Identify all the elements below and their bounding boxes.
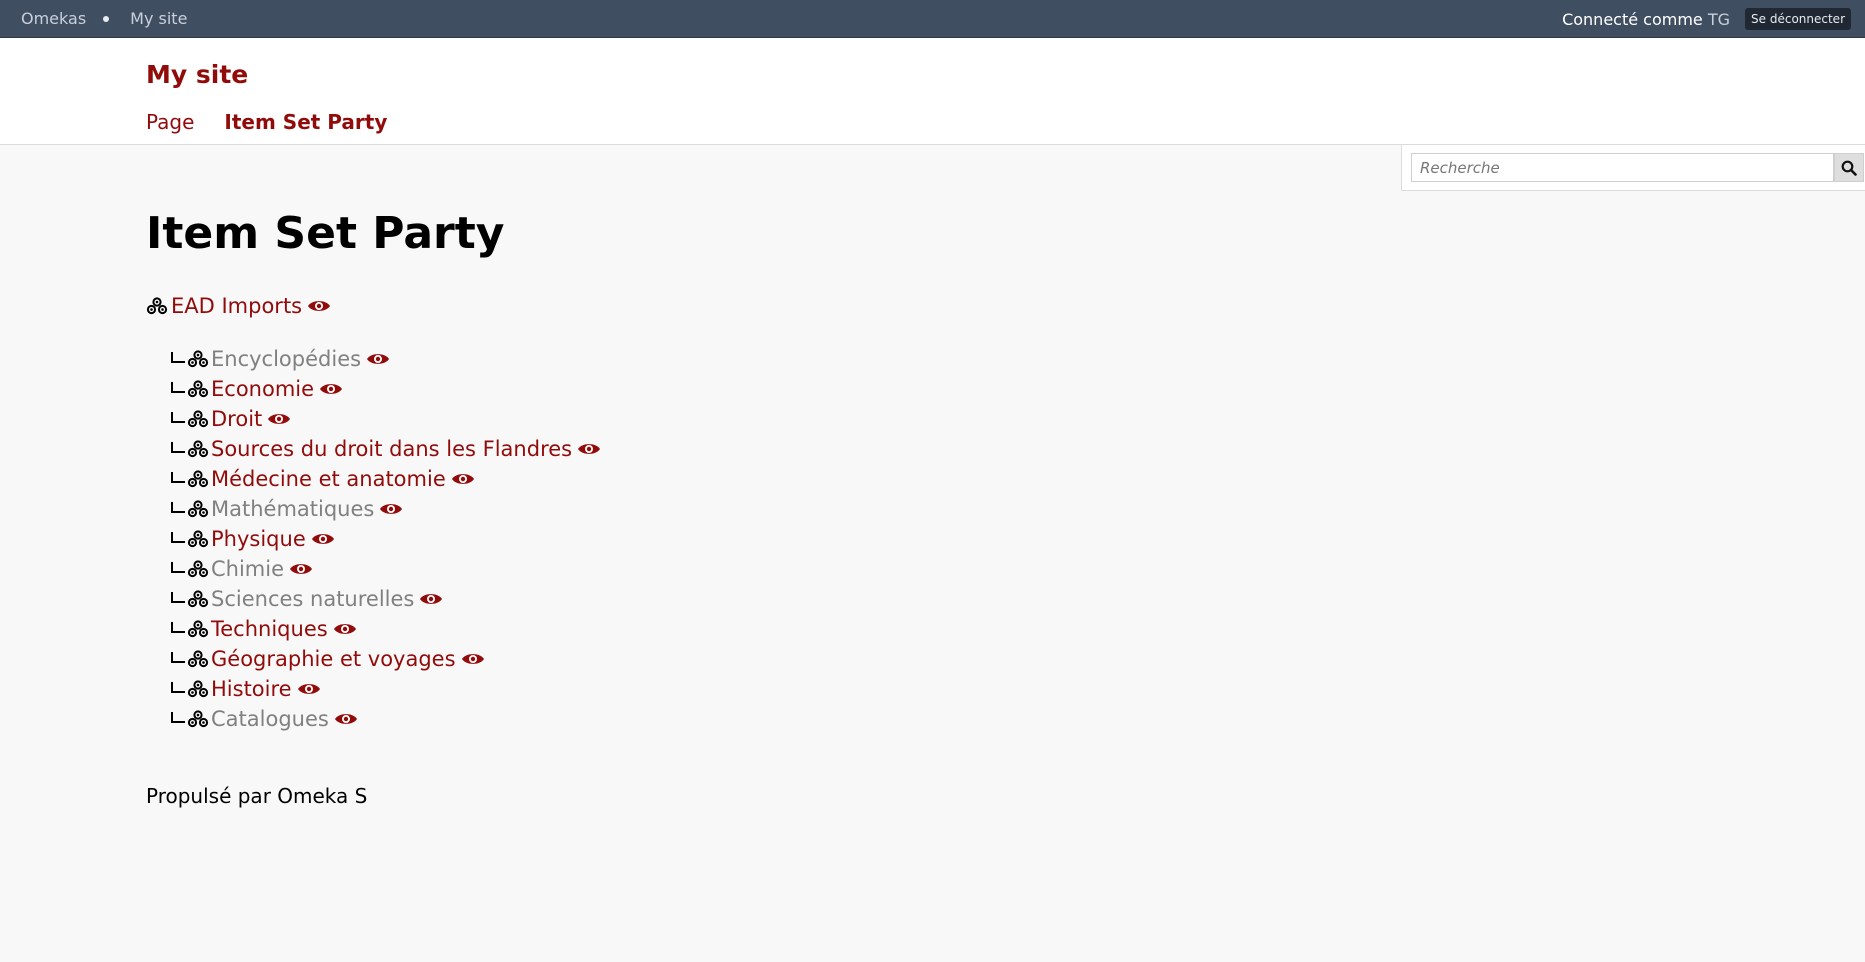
eye-icon[interactable] [297, 681, 321, 697]
item-set-link-root[interactable]: EAD Imports [171, 294, 302, 318]
tree-branch-connector [171, 471, 185, 483]
eye-icon[interactable] [577, 441, 601, 457]
item-set-icon [187, 560, 209, 578]
tree-branch-connector [171, 381, 185, 393]
logout-button[interactable]: Se déconnecter [1745, 8, 1851, 30]
tree-branch-connector [171, 621, 185, 633]
item-set-link[interactable]: Catalogues [211, 707, 329, 731]
tree-item: Chimie [171, 554, 601, 584]
eye-icon[interactable] [419, 591, 443, 607]
eye-icon[interactable] [267, 411, 291, 427]
item-set-link[interactable]: Encyclopédies [211, 347, 361, 371]
item-set-icon [187, 710, 209, 728]
tree-children: Encyclopédies Economie Droit Sources du dro… [171, 344, 601, 734]
eye-icon[interactable] [461, 651, 485, 667]
item-set-link[interactable]: Sources du droit dans les Flandres [211, 437, 572, 461]
tree-branch-connector [171, 501, 185, 513]
tree-branch-connector [171, 441, 185, 453]
user-link[interactable]: TG [1708, 10, 1730, 29]
item-set-icon [187, 380, 209, 398]
item-set-link[interactable]: Physique [211, 527, 306, 551]
tree-item: Sources du droit dans les Flandres [171, 434, 601, 464]
eye-icon[interactable] [366, 351, 390, 367]
item-set-icon [187, 410, 209, 428]
item-set-icon [187, 590, 209, 608]
tree-branch-connector [171, 591, 185, 603]
tree-branch-connector [171, 711, 185, 723]
admin-bar-right: Connecté comme TG Se déconnecter [1562, 8, 1851, 30]
tree-item: Mathématiques [171, 494, 601, 524]
item-set-link[interactable]: Histoire [211, 677, 292, 701]
eye-icon[interactable] [289, 561, 313, 577]
item-set-icon [187, 350, 209, 368]
item-set-link[interactable]: Mathématiques [211, 497, 374, 521]
footer-credit: Propulsé par Omeka S [146, 784, 368, 808]
nav-item-item-set-party[interactable]: Item Set Party [224, 110, 387, 134]
item-set-icon [146, 297, 168, 315]
eye-icon[interactable] [334, 711, 358, 727]
item-set-icon [187, 650, 209, 668]
item-set-link[interactable]: Economie [211, 377, 314, 401]
search-form [1401, 145, 1865, 191]
item-set-link[interactable]: Sciences naturelles [211, 587, 414, 611]
tree-item: Encyclopédies [171, 344, 601, 374]
admin-bar-left: Omekas My site [21, 9, 187, 28]
item-set-link[interactable]: Médecine et anatomie [211, 467, 446, 491]
tree-item: Histoire [171, 674, 601, 704]
item-set-icon [187, 470, 209, 488]
tree-branch-connector [171, 561, 185, 573]
eye-icon[interactable] [319, 381, 343, 397]
item-set-icon [187, 680, 209, 698]
admin-bar: Omekas My site Connecté comme TG Se déco… [0, 0, 1865, 38]
tree-item: Sciences naturelles [171, 584, 601, 614]
tree-branch-connector [171, 351, 185, 363]
item-set-icon [187, 500, 209, 518]
item-set-icon [187, 620, 209, 638]
omeka-admin-link[interactable]: Omekas [21, 9, 86, 28]
tree-item: Catalogues [171, 704, 601, 734]
eye-icon[interactable] [379, 501, 403, 517]
tree-root: EAD Imports [146, 294, 331, 318]
tree-item: Droit [171, 404, 601, 434]
item-set-link[interactable]: Géographie et voyages [211, 647, 456, 671]
site-header: My site Page Item Set Party [0, 38, 1865, 145]
search-icon [1841, 160, 1857, 176]
item-set-icon [187, 530, 209, 548]
site-title[interactable]: My site [146, 60, 248, 89]
tree-branch-connector [171, 411, 185, 423]
page-title: Item Set Party [146, 208, 505, 259]
separator-dot [103, 15, 110, 22]
item-set-link[interactable]: Techniques [211, 617, 328, 641]
tree-branch-connector [171, 681, 185, 693]
tree-item: Géographie et voyages [171, 644, 601, 674]
site-navigation: Page Item Set Party [146, 110, 387, 134]
eye-icon[interactable] [451, 471, 475, 487]
logged-in-status: Connecté comme TG [1562, 10, 1730, 29]
eye-icon[interactable] [311, 531, 335, 547]
logged-in-label: Connecté comme [1562, 9, 1703, 29]
eye-icon[interactable] [307, 298, 331, 314]
nav-item-page[interactable]: Page [146, 110, 194, 134]
item-set-link[interactable]: Droit [211, 407, 262, 431]
tree-branch-connector [171, 651, 185, 663]
tree-item: Physique [171, 524, 601, 554]
item-set-link[interactable]: Chimie [211, 557, 284, 581]
tree-item: Techniques [171, 614, 601, 644]
search-button[interactable] [1834, 153, 1864, 182]
tree-item: Economie [171, 374, 601, 404]
my-site-admin-link[interactable]: My site [130, 9, 187, 28]
search-input[interactable] [1411, 153, 1834, 182]
tree-branch-connector [171, 531, 185, 543]
item-set-icon [187, 440, 209, 458]
eye-icon[interactable] [333, 621, 357, 637]
tree-item: Médecine et anatomie [171, 464, 601, 494]
